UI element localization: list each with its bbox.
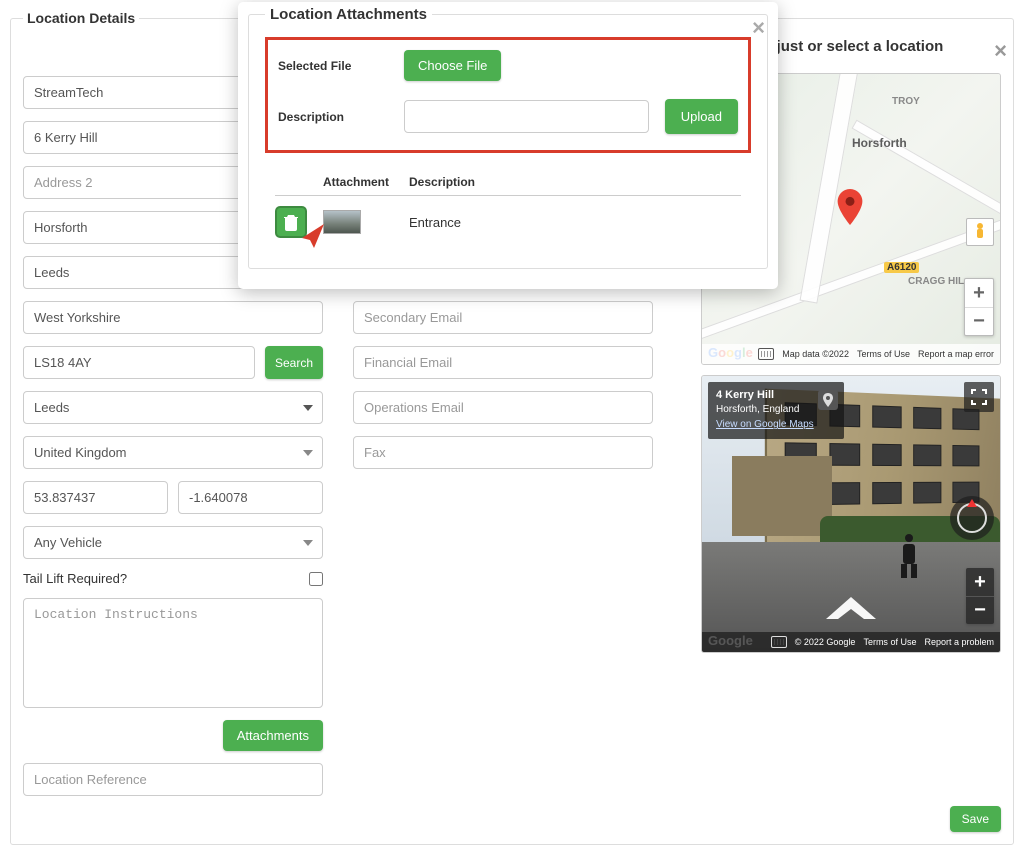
modal-title: Location Attachments <box>265 6 432 23</box>
sv-report-link[interactable]: Report a problem <box>924 637 994 647</box>
fax-input[interactable] <box>353 436 653 469</box>
map-zoom-out-button[interactable]: − <box>965 307 993 335</box>
sv-pin-icon[interactable] <box>818 390 838 410</box>
vehicle-select[interactable]: Any Vehicle <box>23 526 323 559</box>
map-pin-icon[interactable] <box>836 189 864 228</box>
sv-view-maps-link[interactable]: View on Google Maps <box>716 419 814 430</box>
longitude-input[interactable] <box>178 481 323 514</box>
sv-zoom-out-button[interactable]: − <box>966 596 994 624</box>
keyboard-icon[interactable] <box>758 348 774 360</box>
attachments-button[interactable]: Attachments <box>223 720 323 751</box>
compass-icon[interactable] <box>950 496 994 540</box>
pegman-icon[interactable] <box>966 218 994 246</box>
postcode-input[interactable] <box>23 346 255 379</box>
sv-address-line2: Horsforth, England <box>716 403 814 417</box>
upload-section-highlight: Selected File Choose File Description Up… <box>265 37 751 153</box>
attachment-description-cell: Entrance <box>409 215 741 230</box>
operations-email-input[interactable] <box>353 391 653 424</box>
financial-email-input[interactable] <box>353 346 653 379</box>
map-terms-link[interactable]: Terms of Use <box>857 349 910 359</box>
selected-file-label: Selected File <box>278 59 388 73</box>
secondary-email-input[interactable] <box>353 301 653 334</box>
caret-down-icon <box>303 405 313 411</box>
caret-down-icon <box>303 540 313 546</box>
map-report-link[interactable]: Report a map error <box>918 349 994 359</box>
map-data-label: Map data ©2022 <box>782 349 849 359</box>
fullscreen-icon[interactable] <box>964 382 994 412</box>
location-reference-input[interactable] <box>23 763 323 796</box>
sv-zoom-in-button[interactable]: + <box>966 568 994 596</box>
attachments-table: Attachment Description Entrance <box>265 169 751 248</box>
choose-file-button[interactable]: Choose File <box>404 50 501 81</box>
latitude-input[interactable] <box>23 481 168 514</box>
keyboard-icon[interactable] <box>771 636 787 648</box>
sv-address-line1: 4 Kerry Hill <box>716 388 814 403</box>
trash-icon <box>283 213 299 231</box>
region-select[interactable] <box>23 391 323 424</box>
pedestrian-figure <box>898 534 920 578</box>
search-button[interactable]: Search <box>265 346 323 379</box>
attachment-description-input[interactable] <box>404 100 649 133</box>
country-select[interactable]: United Kingdom <box>23 436 323 469</box>
upload-button[interactable]: Upload <box>665 99 738 134</box>
tail-lift-checkbox[interactable] <box>309 572 323 586</box>
modal-close-icon[interactable]: × <box>752 17 765 39</box>
col-attachment-header: Attachment <box>323 175 409 189</box>
map-label-a6120: A6120 <box>884 262 919 273</box>
map-zoom-control: + − <box>964 278 994 336</box>
caret-down-icon <box>303 450 313 456</box>
map-zoom-in-button[interactable]: + <box>965 279 993 307</box>
map-label-troy: TROY <box>892 96 920 107</box>
panel-title: Location Details <box>23 10 139 26</box>
instructions-textarea[interactable] <box>23 598 323 708</box>
sv-zoom-control: + − <box>966 568 994 624</box>
annotation-arrow-icon <box>298 222 326 253</box>
sv-footer: © 2022 Google Terms of Use Report a prob… <box>702 632 1000 652</box>
col-description-header: Description <box>409 175 741 189</box>
streetview-path-arrow[interactable] <box>816 589 886 632</box>
county-input[interactable] <box>23 301 323 334</box>
map-label-cragg: CRAGG HIL <box>908 276 964 287</box>
tail-lift-label: Tail Lift Required? <box>23 571 127 586</box>
streetview-widget[interactable]: 4 Kerry Hill Horsforth, England View on … <box>701 375 1001 653</box>
sv-terms-link[interactable]: Terms of Use <box>863 637 916 647</box>
streetview-infobox: 4 Kerry Hill Horsforth, England View on … <box>708 382 844 439</box>
attachment-thumbnail[interactable] <box>323 210 361 234</box>
map-label-horsforth: Horsforth <box>852 136 907 150</box>
sv-copyright: © 2022 Google <box>795 637 856 647</box>
close-panel-icon[interactable]: × <box>994 40 1007 62</box>
map-footer: Map data ©2022 Terms of Use Report a map… <box>702 344 1000 364</box>
attachment-row: Entrance <box>275 196 741 248</box>
description-label: Description <box>278 110 388 124</box>
